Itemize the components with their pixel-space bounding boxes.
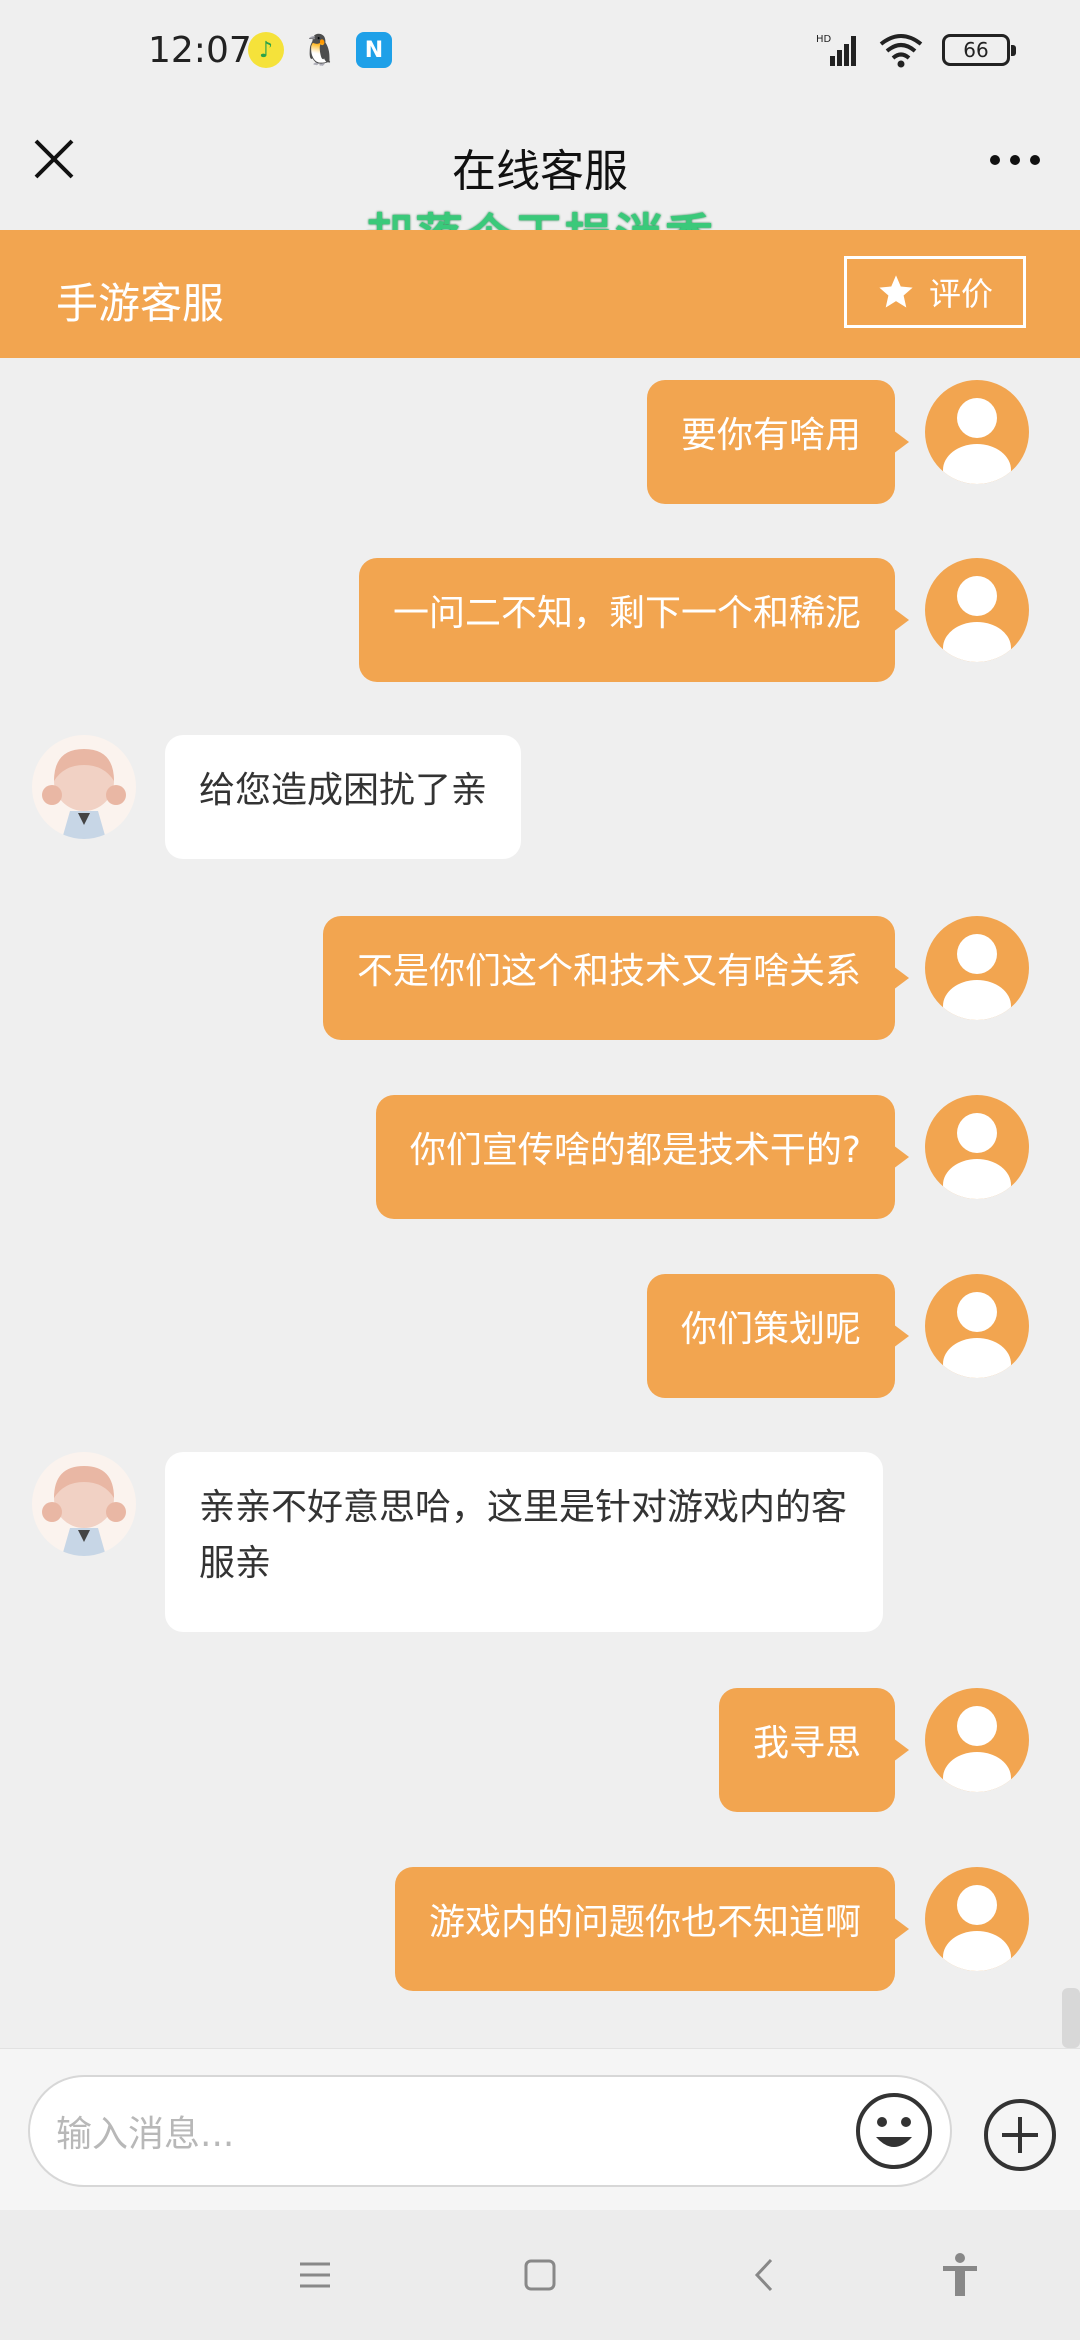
status-time: 12:07: [148, 30, 252, 71]
user-avatar: [925, 380, 1029, 484]
message-input[interactable]: 输入消息...: [28, 2075, 952, 2187]
star-icon: [879, 275, 913, 308]
accessibility-icon[interactable]: [935, 2250, 985, 2300]
user-message-bubble: 不是你们这个和技术又有啥关系: [322, 916, 910, 1040]
n-app-icon: N: [356, 32, 392, 68]
user-message-bubble: 你们宣传啥的都是技术干的?: [375, 1095, 910, 1219]
rate-button[interactable]: 评价: [844, 256, 1026, 328]
message-input-placeholder: 输入消息...: [56, 2114, 235, 2155]
title-bar: 在线客服 却落个玉损消香: [0, 105, 1080, 265]
chat-message-list[interactable]: 要你有啥用 一问二不知，剩下一个和稀泥 给您造成困扰了亲 不是你们这个和技术又有…: [0, 358, 1080, 2048]
music-app-icon: ♪: [248, 32, 284, 68]
page-title: 在线客服: [452, 146, 628, 197]
scrollbar-thumb[interactable]: [1062, 1988, 1080, 2048]
agent-avatar: [32, 1452, 136, 1556]
user-message-bubble: 一问二不知，剩下一个和稀泥: [358, 558, 910, 682]
qq-app-icon: 🐧: [301, 32, 339, 68]
plus-icon[interactable]: [982, 2097, 1058, 2173]
chat-screen: 12:07 ♪ 🐧 N HD 66 在线客服 手游客服 评价 要你有啥用 一问二…: [0, 0, 1080, 2340]
status-bar: 12:07 ♪ 🐧 N HD 66: [0, 0, 1080, 105]
user-message-bubble: 要你有啥用: [646, 380, 910, 504]
rate-label: 评价: [928, 275, 993, 313]
status-app-icons: ♪ 🐧 N: [248, 32, 392, 68]
battery-indicator: 66: [942, 34, 1016, 66]
more-options-icon[interactable]: [980, 150, 1050, 170]
user-avatar: [925, 1274, 1029, 1378]
svg-text:HD: HD: [816, 34, 832, 45]
service-name: 手游客服: [56, 279, 225, 328]
signal-icon: HD: [816, 34, 856, 66]
user-message-bubble: 游戏内的问题你也不知道啊: [394, 1867, 910, 1991]
user-avatar: [925, 558, 1029, 662]
home-icon[interactable]: [515, 2250, 565, 2300]
user-avatar: [925, 1688, 1029, 1792]
system-nav-bar: [0, 2210, 1080, 2340]
back-icon[interactable]: [740, 2250, 790, 2300]
agent-message-bubble: 亲亲不好意思哈，这里是针对游戏内的客服亲: [165, 1452, 883, 1632]
service-header: 手游客服 评价: [0, 230, 1080, 358]
agent-avatar: [32, 735, 136, 839]
agent-message-bubble: 给您造成困扰了亲: [165, 735, 522, 859]
user-avatar: [925, 1095, 1029, 1199]
status-indicators: HD 66: [816, 32, 1016, 68]
input-bar: 输入消息...: [0, 2048, 1080, 2210]
menu-icon[interactable]: [290, 2250, 340, 2300]
emoji-icon[interactable]: [854, 2091, 934, 2171]
user-avatar: [925, 1867, 1029, 1971]
user-message-bubble: 你们策划呢: [646, 1274, 910, 1398]
wifi-icon: [879, 34, 923, 68]
user-message-bubble: 我寻思: [718, 1688, 910, 1812]
user-avatar: [925, 916, 1029, 1020]
